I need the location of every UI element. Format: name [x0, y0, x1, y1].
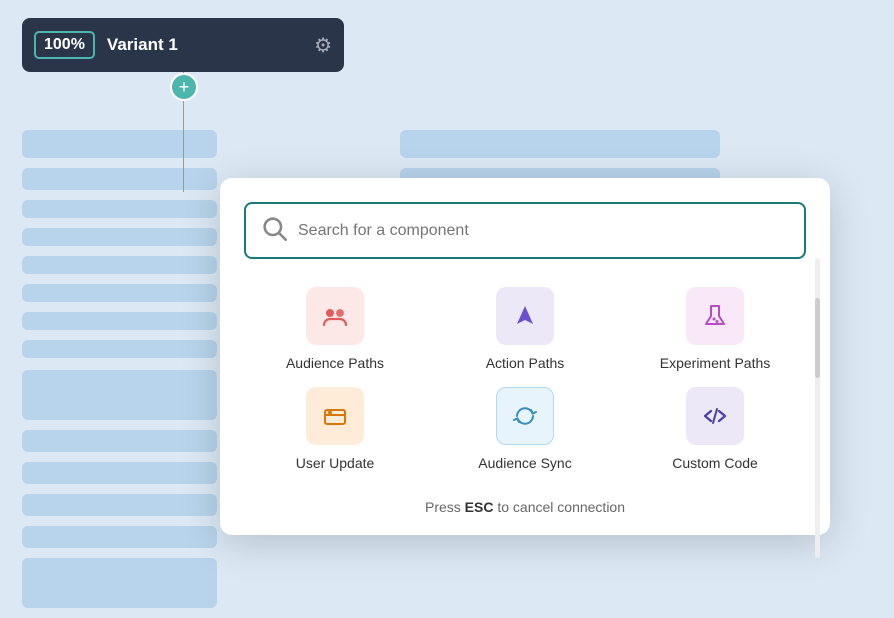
variant-label: Variant 1: [107, 35, 302, 55]
custom-code-label: Custom Code: [672, 455, 758, 471]
action-paths-label: Action Paths: [486, 355, 565, 371]
esc-hint-suffix: to cancel connection: [493, 499, 625, 515]
user-update-label: User Update: [296, 455, 375, 471]
search-input[interactable]: [298, 222, 790, 240]
audience-sync-icon-box: [496, 387, 554, 445]
audience-paths-icon-box: [306, 287, 364, 345]
component-item-experiment-paths[interactable]: Experiment Paths: [624, 287, 806, 371]
bg-block-13: [22, 526, 217, 548]
search-icon: [260, 214, 288, 247]
bg-block-12: [22, 494, 217, 516]
component-item-custom-code[interactable]: Custom Code: [624, 387, 806, 471]
component-item-audience-sync[interactable]: Audience Sync: [434, 387, 616, 471]
gear-icon[interactable]: ⚙: [314, 33, 332, 58]
custom-code-icon-box: [686, 387, 744, 445]
bg-block-14: [22, 558, 217, 608]
bg-block-9: [22, 370, 217, 420]
esc-hint-prefix: Press: [425, 499, 465, 515]
esc-hint: Press ESC to cancel connection: [244, 495, 806, 515]
component-item-user-update[interactable]: User Update: [244, 387, 426, 471]
bg-block-1: [22, 130, 217, 158]
scrollbar-thumb: [815, 298, 820, 378]
search-bar: [244, 202, 806, 259]
esc-hint-key: ESC: [465, 499, 494, 515]
action-paths-icon-box: [496, 287, 554, 345]
bg-block-10: [22, 430, 217, 452]
bg-block-5: [22, 256, 217, 274]
add-component-button[interactable]: +: [170, 73, 198, 101]
bg-block-7: [22, 312, 217, 330]
component-item-audience-paths[interactable]: Audience Paths: [244, 287, 426, 371]
component-item-action-paths[interactable]: Action Paths: [434, 287, 616, 371]
bg-block-11: [22, 462, 217, 484]
component-grid: Audience Paths Action Paths Experimen: [244, 287, 806, 471]
bg-block-4: [22, 228, 217, 246]
user-update-icon-box: [306, 387, 364, 445]
bg-block-3: [22, 200, 217, 218]
variant-bar: 100% Variant 1 ⚙: [22, 18, 344, 72]
component-picker-panel: Audience Paths Action Paths Experimen: [220, 178, 830, 535]
audience-paths-label: Audience Paths: [286, 355, 384, 371]
experiment-paths-icon-box: [686, 287, 744, 345]
scrollbar-track[interactable]: [815, 258, 820, 558]
variant-percent: 100%: [34, 31, 95, 59]
plus-icon: +: [179, 77, 190, 98]
audience-sync-label: Audience Sync: [478, 455, 571, 471]
bg-block-6: [22, 284, 217, 302]
bg-block-r1: [400, 130, 720, 158]
experiment-paths-label: Experiment Paths: [660, 355, 771, 371]
bg-block-8: [22, 340, 217, 358]
bg-block-2: [22, 168, 217, 190]
